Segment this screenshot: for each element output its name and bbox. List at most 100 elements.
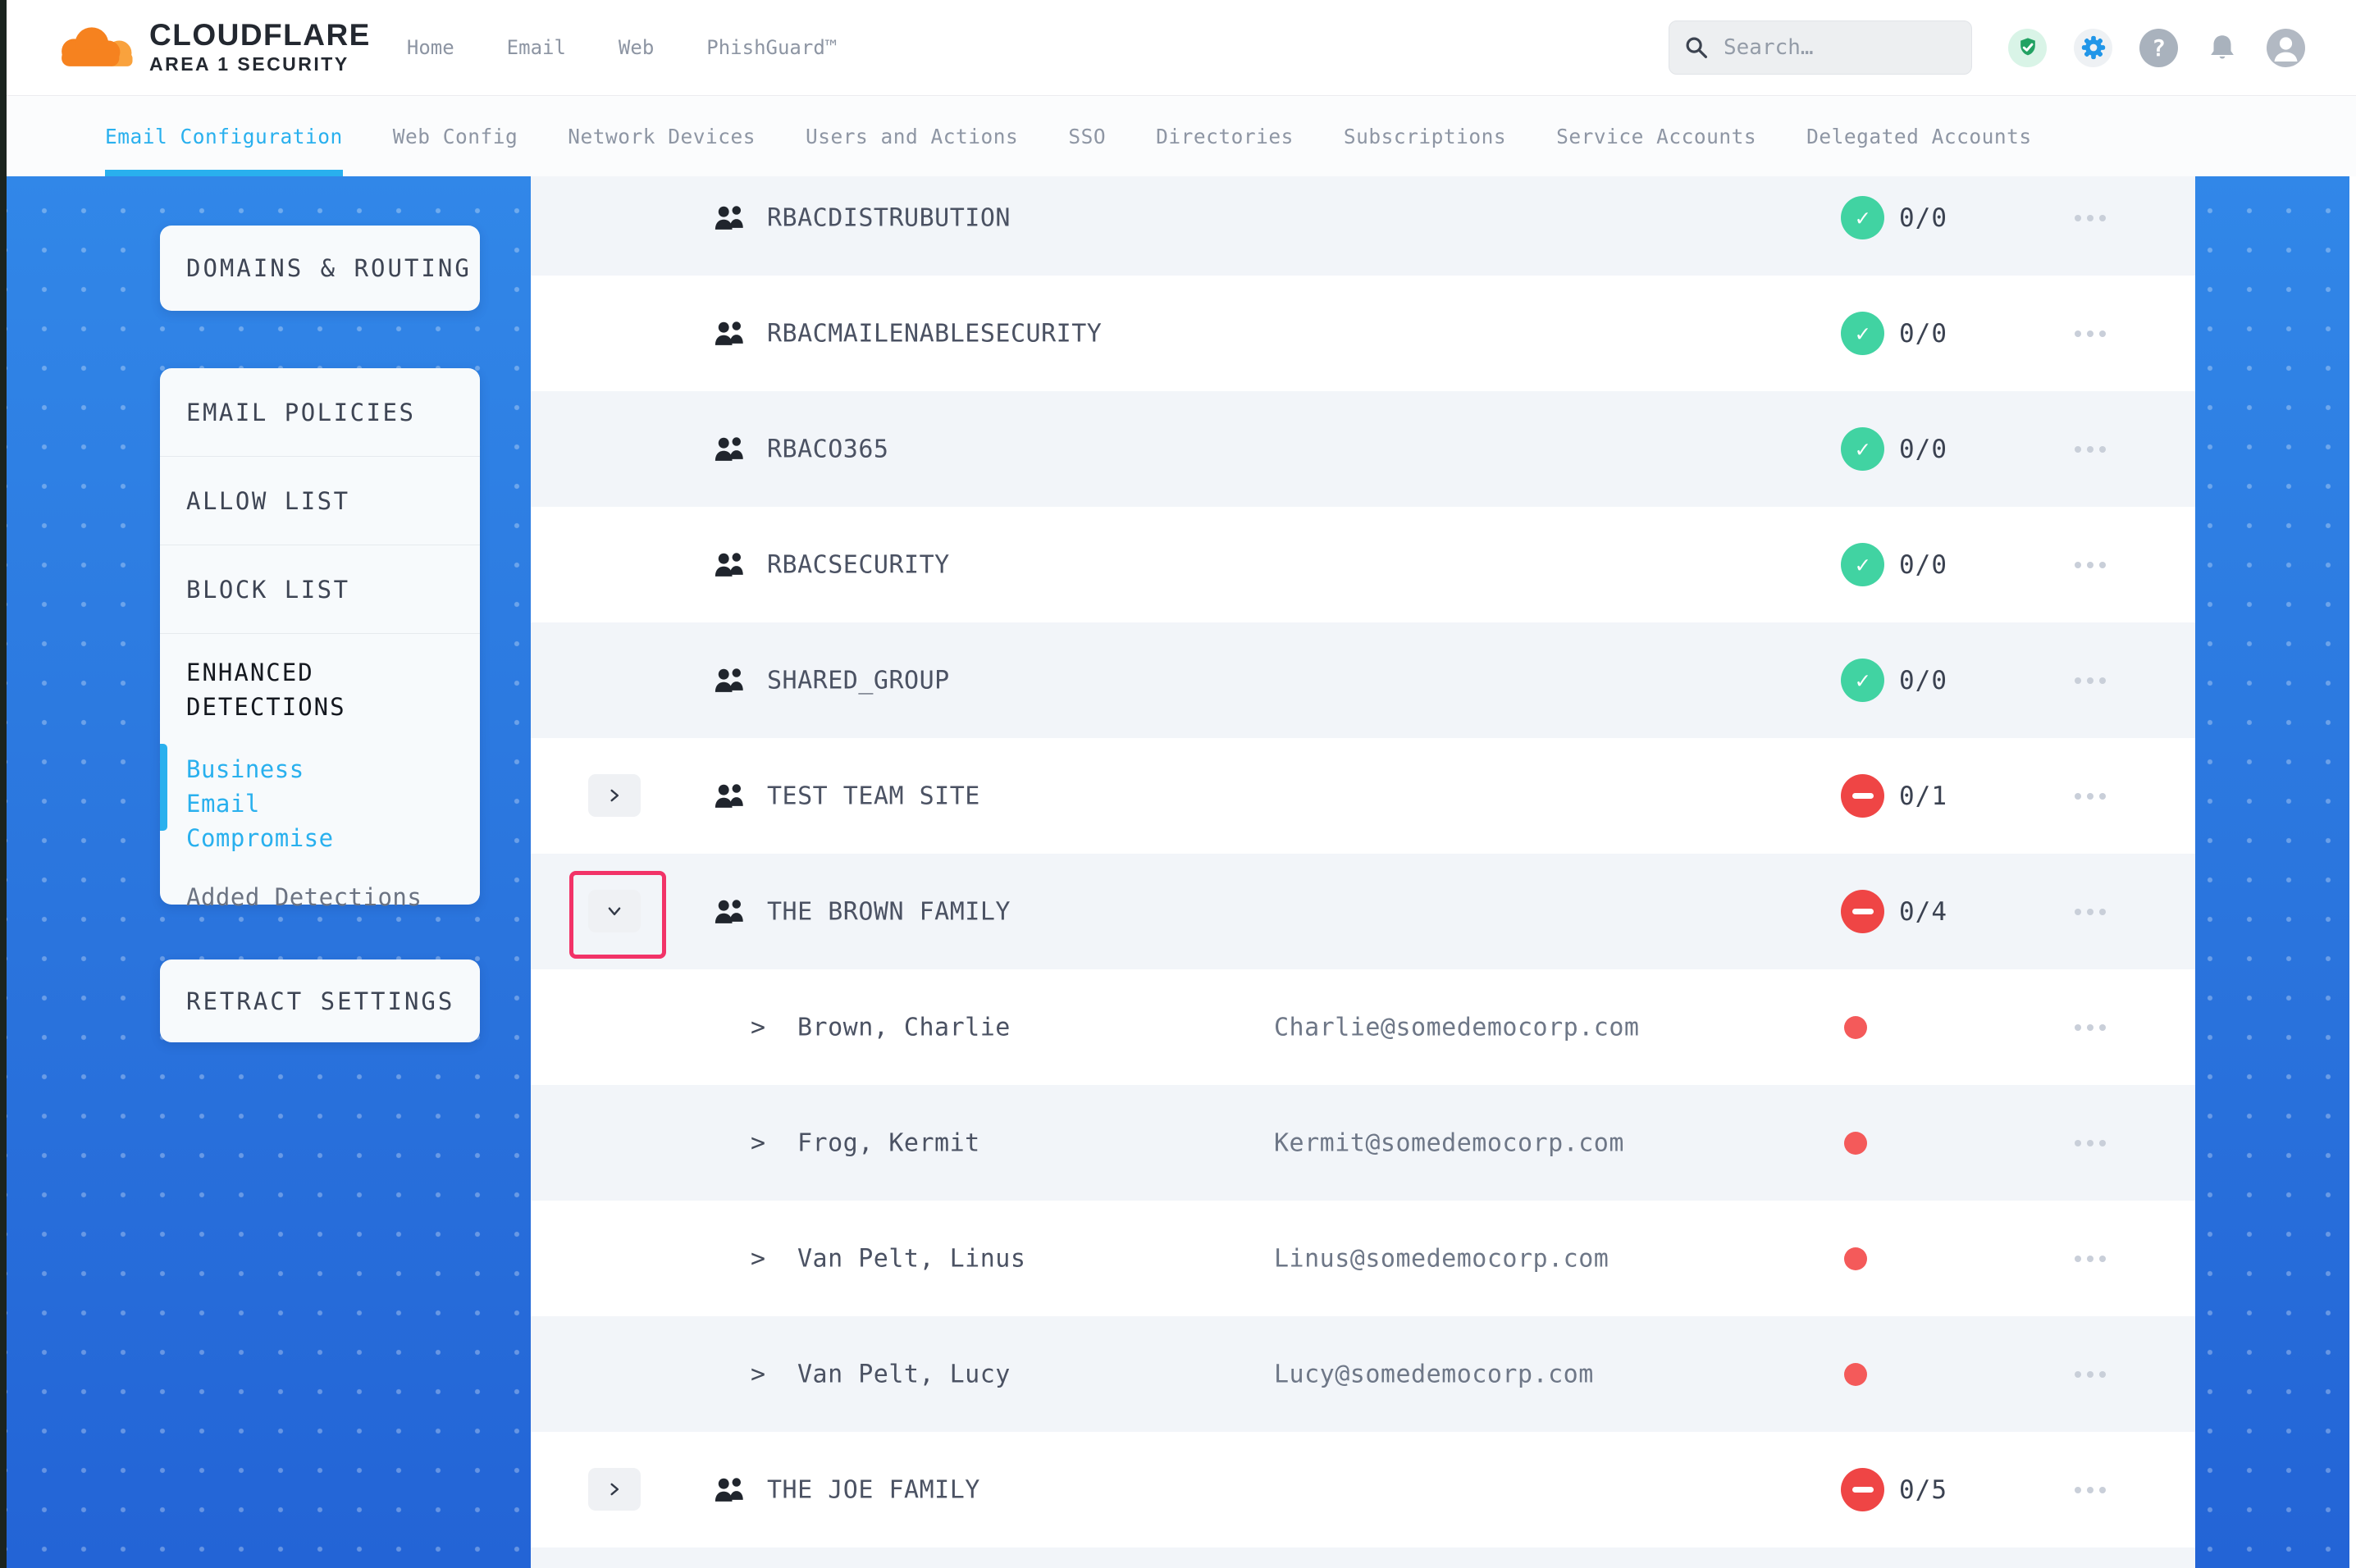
- tab-web-config[interactable]: Web Config: [393, 96, 518, 176]
- row-menu-button[interactable]: [2070, 326, 2111, 342]
- chevron-right-icon[interactable]: >: [751, 1013, 765, 1042]
- group-row: RBACDISTRUBUTION ✓ 0/0: [531, 176, 2195, 276]
- shield-check-icon[interactable]: [2008, 29, 2047, 67]
- expand-toggle-button[interactable]: [588, 890, 641, 932]
- group-name: SHARED_GROUP: [767, 666, 950, 695]
- member-name: Frog, Kermit: [797, 1128, 980, 1157]
- status-dot-icon: [1844, 1247, 1867, 1270]
- sidebar-item-enhanced-detections[interactable]: ENHANCED DETECTIONS: [186, 655, 383, 724]
- enhanced-detections-section: ENHANCED DETECTIONS Business Email Compr…: [160, 634, 480, 914]
- search-input[interactable]: [1669, 21, 1972, 75]
- group-row: THE JOE FAMILY ✓ 0/5: [531, 1432, 2195, 1547]
- group-name: RBACDISTRUBUTION: [767, 203, 1011, 232]
- nav-item-web[interactable]: Web: [619, 36, 654, 59]
- row-menu-button[interactable]: [2070, 210, 2111, 226]
- nav-item-home[interactable]: Home: [407, 36, 454, 59]
- status-dot-icon: [1844, 1132, 1867, 1155]
- row-menu-button[interactable]: [2070, 1366, 2111, 1383]
- status-badge: ✓: [1841, 312, 1884, 355]
- group-name: THE JOE FAMILY: [767, 1475, 980, 1504]
- top-header: CLOUDFLARE AREA 1 SECURITY Home Email Web P…: [7, 0, 2356, 96]
- tab-subscriptions[interactable]: Subscriptions: [1344, 96, 1506, 176]
- member-count: 0/0: [1899, 435, 1947, 464]
- group-row: SHARED_GROUP ✓ 0/0: [531, 622, 2195, 738]
- row-menu-button[interactable]: [2070, 672, 2111, 689]
- cloudflare-cloud-icon: [49, 24, 138, 71]
- minus-icon: [1852, 1487, 1874, 1493]
- member-row: > Brown, Charlie Charlie@somedemocorp.co…: [531, 969, 2195, 1085]
- group-name: RBACSECURITY: [767, 550, 950, 579]
- group-name: RBACO365: [767, 435, 889, 463]
- people-icon: [712, 896, 748, 928]
- member-count: 0/0: [1899, 666, 1947, 695]
- member-count: 0/5: [1899, 1475, 1947, 1505]
- status-badge: ✓: [1841, 774, 1884, 818]
- member-email: Charlie@somedemocorp.com: [1274, 1013, 1639, 1042]
- expand-toggle-button[interactable]: [588, 774, 641, 817]
- member-row: > Frog, Kermit Kermit@somedemocorp.com: [531, 1085, 2195, 1201]
- tab-delegated-accounts[interactable]: Delegated Accounts: [1806, 96, 2032, 176]
- sidebar-item-label: ALLOW LIST: [186, 487, 350, 515]
- check-icon: ✓: [1856, 435, 1870, 463]
- help-icon[interactable]: ?: [2139, 29, 2178, 67]
- status-badge: ✓: [1841, 427, 1884, 471]
- bell-icon[interactable]: [2205, 30, 2240, 65]
- minus-icon: [1852, 909, 1874, 914]
- status-dot-icon: [1844, 1363, 1867, 1386]
- member-count: 0/0: [1899, 550, 1947, 580]
- tab-users-and-actions[interactable]: Users and Actions: [806, 96, 1018, 176]
- row-menu-button[interactable]: [2070, 788, 2111, 805]
- member-count: 0/0: [1899, 203, 1947, 233]
- logo-subtitle: AREA 1 SECURITY: [149, 52, 371, 76]
- group-name: RBACMAILENABLESECURITY: [767, 319, 1102, 348]
- check-icon: ✓: [1856, 667, 1870, 694]
- tab-service-accounts[interactable]: Service Accounts: [1556, 96, 1756, 176]
- people-icon: [712, 665, 748, 696]
- row-menu-button[interactable]: [2070, 1135, 2111, 1151]
- nav-item-email[interactable]: Email: [507, 36, 566, 59]
- chevron-right-icon[interactable]: >: [751, 1360, 765, 1388]
- status-badge: ✓: [1841, 543, 1884, 586]
- sidebar-item-added-detections[interactable]: Added Detections: [186, 880, 457, 914]
- row-menu-button[interactable]: [2070, 1482, 2111, 1498]
- row-menu-button[interactable]: [2070, 1019, 2111, 1036]
- group-name: TEST TEAM SITE: [767, 782, 980, 810]
- search-container: [1669, 21, 1972, 75]
- minus-icon: [1852, 793, 1874, 799]
- user-avatar-icon[interactable]: [2267, 29, 2305, 67]
- expand-toggle-button[interactable]: [588, 1468, 641, 1511]
- row-menu-button[interactable]: [2070, 1251, 2111, 1267]
- secondary-tabbar: Email Configuration Web Config Network Dev…: [7, 96, 2356, 176]
- row-menu-button[interactable]: [2070, 557, 2111, 573]
- tab-network-devices[interactable]: Network Devices: [568, 96, 756, 176]
- status-dot-icon: [1844, 1016, 1867, 1039]
- member-name: Van Pelt, Lucy: [797, 1360, 1011, 1388]
- sidebar-item-block-list[interactable]: BLOCK LIST: [160, 545, 480, 634]
- chevron-right-icon[interactable]: >: [751, 1244, 765, 1273]
- sidebar-item-business-email-compromise[interactable]: Business Email Compromise: [186, 752, 391, 855]
- tab-directories[interactable]: Directories: [1156, 96, 1294, 176]
- sidebar-item-email-policies[interactable]: EMAIL POLICIES: [160, 368, 480, 457]
- status-badge: ✓: [1841, 196, 1884, 239]
- app-screen: CLOUDFLARE AREA 1 SECURITY Home Email Web P…: [0, 0, 2356, 1568]
- desktop-edge-strip: [0, 0, 7, 1568]
- sidebar-item-allow-list[interactable]: ALLOW LIST: [160, 457, 480, 545]
- people-icon: [712, 434, 748, 465]
- row-menu-button[interactable]: [2070, 441, 2111, 458]
- gear-icon[interactable]: [2074, 29, 2112, 67]
- check-icon: ✓: [1856, 551, 1870, 578]
- sidebar-email-policies-card: EMAIL POLICIES ALLOW LIST BLOCK LIST ENH…: [160, 368, 480, 905]
- row-menu-button[interactable]: [2070, 904, 2111, 920]
- nav-item-phishguard-[interactable]: PhishGuard™: [706, 36, 837, 59]
- check-icon: ✓: [1856, 204, 1870, 231]
- tab-email-configuration[interactable]: Email Configuration: [105, 96, 343, 176]
- tab-sso[interactable]: SSO: [1068, 96, 1106, 176]
- member-email: Lucy@somedemocorp.com: [1274, 1360, 1594, 1388]
- cloudflare-logo[interactable]: CLOUDFLARE AREA 1 SECURITY: [49, 19, 371, 76]
- sidebar-card-title: RETRACT SETTINGS: [186, 987, 454, 1015]
- sidebar-item-domains-routing[interactable]: DOMAINS & ROUTING: [160, 226, 480, 311]
- member-row: > Van Pelt, Lucy Lucy@somedemocorp.com: [531, 1316, 2195, 1432]
- chevron-right-icon[interactable]: >: [751, 1128, 765, 1157]
- sidebar-item-label: BLOCK LIST: [186, 576, 350, 604]
- sidebar-item-retract-settings[interactable]: RETRACT SETTINGS: [160, 959, 480, 1042]
